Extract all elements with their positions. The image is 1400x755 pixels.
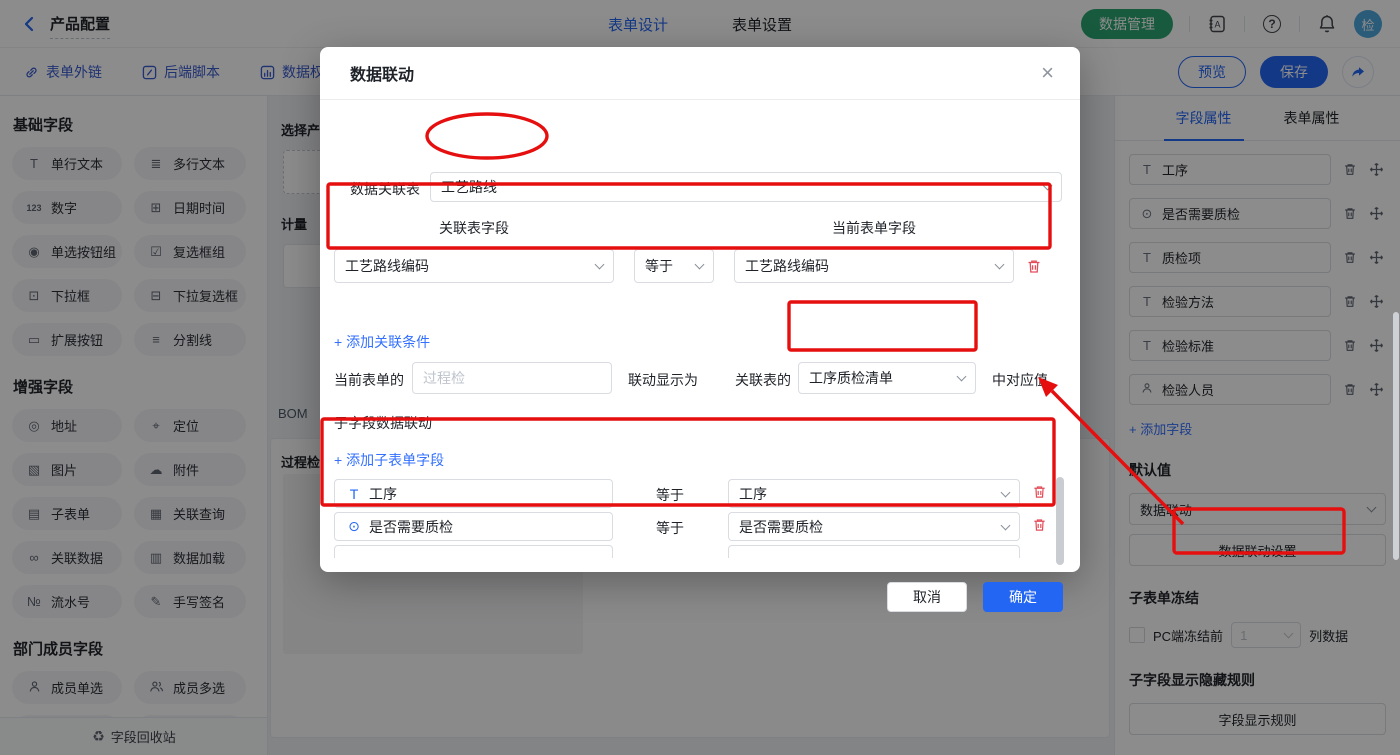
current-form-field-select[interactable]: 工艺路线编码	[734, 249, 1014, 283]
linkage-source-select[interactable]: 工序质检清单	[798, 362, 976, 394]
text-icon: T	[349, 485, 359, 502]
data-linkage-modal: 数据联动 × 数据关联表 工艺路线 关联表字段 当前表单字段 工艺路线编码 等于	[320, 47, 1080, 612]
close-icon[interactable]: ×	[1041, 62, 1054, 84]
confirm-button[interactable]: 确定	[983, 582, 1063, 612]
chevron-down-icon	[956, 371, 967, 382]
window-scrollbar[interactable]	[1393, 312, 1399, 560]
subfield-left-field[interactable]: ⊙ 是否需要质检	[334, 512, 613, 541]
form-designer-app: 产品配置 表单设计 表单设置 数据管理 A ? 检 表单外链 后端脚本 数据权限…	[0, 0, 1400, 755]
subfield-left-field[interactable]: T 工序	[334, 479, 613, 508]
relation-field-select[interactable]: 工艺路线编码	[334, 249, 614, 283]
delete-subfield-icon[interactable]	[1032, 484, 1047, 500]
current-form-prefix: 当前表单的	[334, 372, 404, 388]
relation-table-select[interactable]: 工艺路线	[430, 172, 1062, 202]
chevron-down-icon	[1042, 180, 1053, 191]
subfield-left-field-partial[interactable]	[334, 545, 613, 558]
delete-condition-icon[interactable]	[1026, 258, 1042, 275]
value-suffix-label: 中对应值	[992, 372, 1048, 388]
subfield-operator: 等于	[656, 487, 684, 503]
column-header-right: 当前表单字段	[832, 220, 916, 236]
chevron-down-icon	[594, 259, 605, 270]
subfield-right-select[interactable]: 工序	[728, 479, 1020, 508]
modal-title: 数据联动	[350, 67, 415, 84]
relation-table-prefix: 关联表的	[735, 372, 791, 388]
display-field-input[interactable]	[412, 362, 612, 394]
relation-table-label: 数据关联表	[350, 181, 420, 197]
chevron-down-icon	[994, 259, 1005, 270]
subfield-right-select-partial[interactable]	[728, 545, 1020, 558]
subfield-operator: 等于	[656, 520, 684, 536]
delete-subfield-icon[interactable]	[1032, 517, 1047, 533]
chevron-down-icon	[694, 259, 705, 270]
chevron-down-icon	[1000, 520, 1011, 530]
subfield-right-select[interactable]: 是否需要质检	[728, 512, 1020, 541]
operator-select[interactable]: 等于	[634, 249, 714, 283]
radio-icon: ⊙	[348, 518, 360, 534]
add-subfield-link[interactable]: + 添加子表单字段	[334, 450, 444, 470]
column-header-left: 关联表字段	[439, 220, 509, 236]
cancel-button[interactable]: 取消	[887, 582, 967, 612]
chevron-down-icon	[1000, 487, 1011, 497]
modal-scrollbar[interactable]	[1056, 477, 1064, 565]
subfield-section-label: 子字段数据联动	[334, 415, 432, 431]
add-condition-link[interactable]: + 添加关联条件	[334, 332, 430, 352]
linkage-display-label: 联动显示为	[628, 372, 698, 388]
